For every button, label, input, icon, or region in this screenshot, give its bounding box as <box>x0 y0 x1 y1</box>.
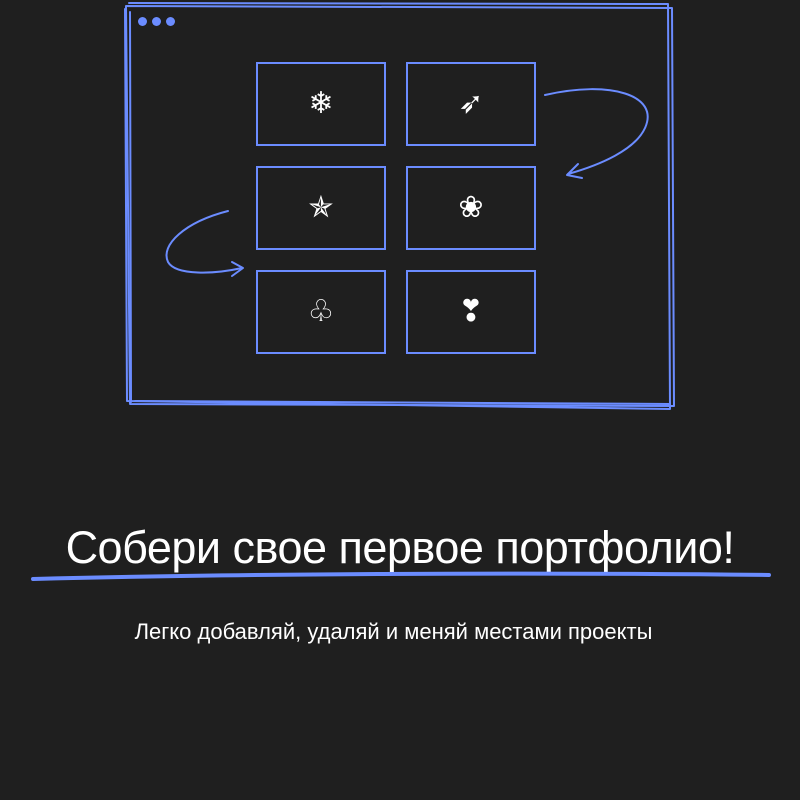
window-dot-icon <box>138 17 147 26</box>
arrow-icon: ➶ <box>458 86 484 121</box>
project-tile-star[interactable]: ✯ <box>256 166 386 250</box>
star-icon: ✯ <box>308 190 334 225</box>
club-icon: ♧ <box>307 294 335 329</box>
project-tile-flower[interactable]: ❀ <box>406 166 536 250</box>
heart-icon: ❣ <box>458 294 484 329</box>
window-dot-icon <box>152 17 161 26</box>
headline-underline <box>31 571 771 581</box>
window-dot-icon <box>166 17 175 26</box>
project-tile-heart[interactable]: ❣ <box>406 270 536 354</box>
window-controls <box>138 17 175 26</box>
browser-window-sketch <box>124 2 675 410</box>
swap-arrow-right <box>544 88 649 175</box>
snowflake-icon: ❄ <box>308 86 334 121</box>
swap-arrow-left <box>165 210 243 274</box>
project-tile-club[interactable]: ♧ <box>256 270 386 354</box>
project-tile-snowflake[interactable]: ❄ <box>256 62 386 146</box>
project-tile-arrow[interactable]: ➶ <box>406 62 536 146</box>
subtitle: Легко добавляй, удаляй и меняй местами п… <box>134 619 653 644</box>
flower-icon: ❀ <box>458 190 484 225</box>
